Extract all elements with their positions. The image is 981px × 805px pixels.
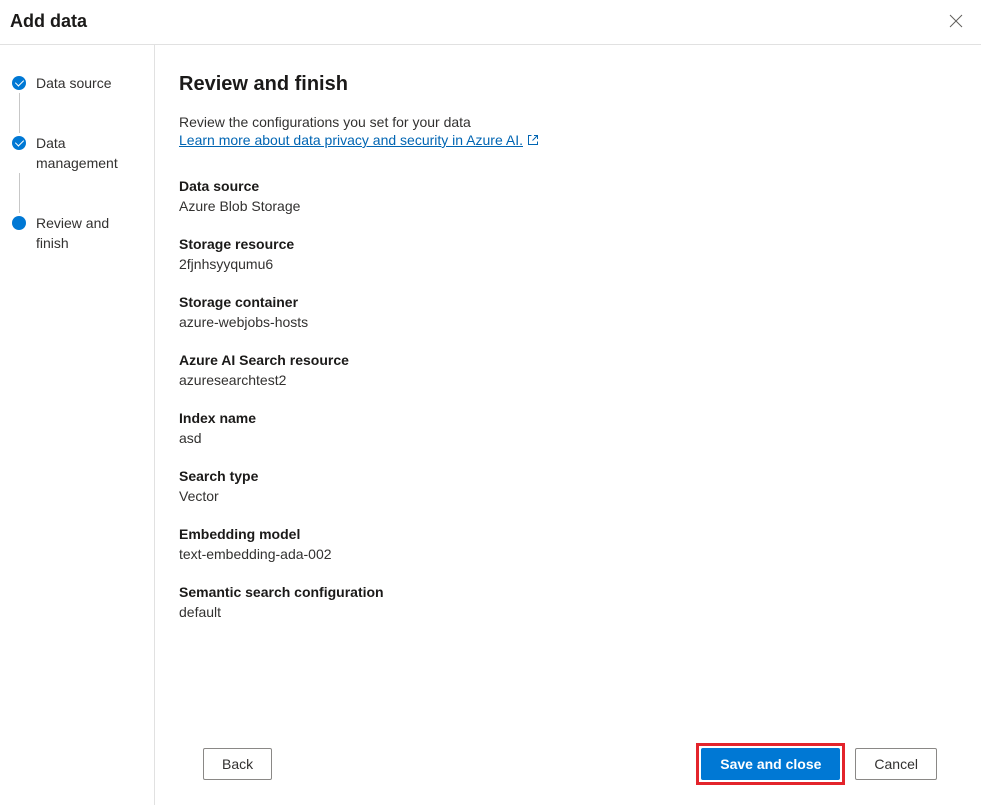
learn-more-text: Learn more about data privacy and securi… bbox=[179, 132, 523, 148]
field-search-type: Search type Vector bbox=[179, 468, 957, 504]
field-label: Embedding model bbox=[179, 526, 957, 542]
footer-right: Save and close Cancel bbox=[696, 743, 937, 785]
content-wrapper: Review and finish Review the configurati… bbox=[179, 73, 957, 723]
field-data-source: Data source Azure Blob Storage bbox=[179, 178, 957, 214]
field-value: azuresearchtest2 bbox=[179, 372, 957, 388]
close-icon bbox=[949, 14, 963, 28]
step-connector bbox=[19, 93, 20, 133]
step-review-finish[interactable]: Review and finish bbox=[12, 213, 144, 253]
highlight-annotation: Save and close bbox=[696, 743, 845, 785]
page-title: Review and finish bbox=[179, 73, 957, 96]
save-and-close-button[interactable]: Save and close bbox=[701, 748, 840, 780]
main-panel: Review and finish Review the configurati… bbox=[155, 45, 981, 805]
stepper: Data source Data management Review and f… bbox=[12, 73, 144, 253]
field-label: Semantic search configuration bbox=[179, 584, 957, 600]
dialog-footer: Back Save and close Cancel bbox=[179, 723, 957, 805]
field-value: Azure Blob Storage bbox=[179, 198, 957, 214]
field-label: Index name bbox=[179, 410, 957, 426]
field-value: azure-webjobs-hosts bbox=[179, 314, 957, 330]
dialog-title: Add data bbox=[10, 11, 87, 32]
external-link-icon bbox=[527, 134, 539, 146]
field-storage-container: Storage container azure-webjobs-hosts bbox=[179, 294, 957, 330]
learn-more-link[interactable]: Learn more about data privacy and securi… bbox=[179, 132, 957, 148]
field-value: Vector bbox=[179, 488, 957, 504]
field-index-name: Index name asd bbox=[179, 410, 957, 446]
page-subtitle: Review the configurations you set for yo… bbox=[179, 114, 957, 130]
field-label: Storage resource bbox=[179, 236, 957, 252]
field-label: Azure AI Search resource bbox=[179, 352, 957, 368]
step-connector bbox=[19, 173, 20, 213]
field-storage-resource: Storage resource 2fjnhsyyqumu6 bbox=[179, 236, 957, 272]
footer-left: Back bbox=[203, 748, 272, 780]
field-value: text-embedding-ada-002 bbox=[179, 546, 957, 562]
field-label: Search type bbox=[179, 468, 957, 484]
circle-icon bbox=[12, 216, 26, 230]
step-label: Review and finish bbox=[36, 213, 144, 253]
checkmark-icon bbox=[12, 136, 26, 150]
back-button[interactable]: Back bbox=[203, 748, 272, 780]
field-azure-ai-search: Azure AI Search resource azuresearchtest… bbox=[179, 352, 957, 388]
step-label: Data management bbox=[36, 133, 144, 173]
field-value: asd bbox=[179, 430, 957, 446]
checkmark-icon bbox=[12, 76, 26, 90]
close-button[interactable] bbox=[945, 10, 967, 32]
dialog-header: Add data bbox=[0, 0, 981, 45]
add-data-dialog: Add data Data source Data management bbox=[0, 0, 981, 805]
field-value: default bbox=[179, 604, 957, 620]
step-data-management[interactable]: Data management bbox=[12, 133, 144, 173]
field-label: Data source bbox=[179, 178, 957, 194]
cancel-button[interactable]: Cancel bbox=[855, 748, 937, 780]
field-semantic-search-config: Semantic search configuration default bbox=[179, 584, 957, 620]
dialog-body: Data source Data management Review and f… bbox=[0, 45, 981, 805]
field-label: Storage container bbox=[179, 294, 957, 310]
field-value: 2fjnhsyyqumu6 bbox=[179, 256, 957, 272]
step-label: Data source bbox=[36, 73, 111, 93]
field-embedding-model: Embedding model text-embedding-ada-002 bbox=[179, 526, 957, 562]
stepper-sidebar: Data source Data management Review and f… bbox=[0, 45, 155, 805]
step-data-source[interactable]: Data source bbox=[12, 73, 144, 93]
